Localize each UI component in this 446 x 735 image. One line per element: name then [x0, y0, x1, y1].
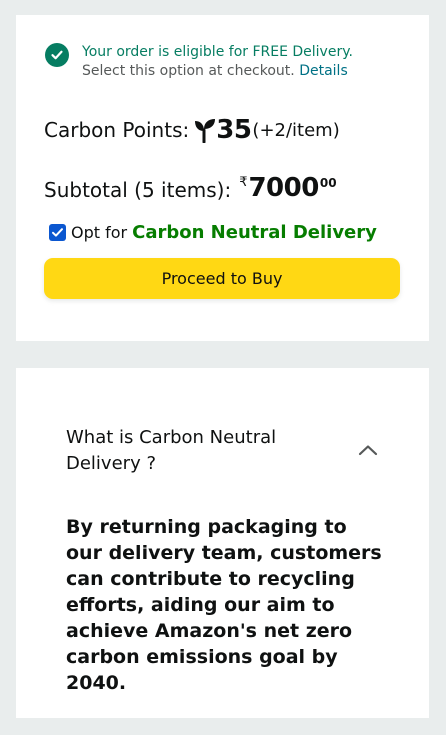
free-delivery-subtext: Select this option at checkout.: [82, 63, 295, 79]
order-summary-card: Your order is eligible for FREE Delivery…: [16, 15, 429, 341]
subtotal-label: Subtotal (5 items):: [44, 178, 232, 202]
free-delivery-notice: Your order is eligible for FREE Delivery…: [45, 43, 353, 81]
carbon-points-value: 35: [216, 115, 252, 145]
subtotal-fraction: 00: [319, 176, 337, 190]
faq-card: What is Carbon Neutral Delivery ? By ret…: [16, 368, 429, 718]
proceed-to-buy-button[interactable]: Proceed to Buy: [44, 258, 400, 299]
carbon-points-per-item: (+2/item): [252, 119, 340, 141]
carbon-neutral-optin: Opt for Carbon Neutral Delivery: [49, 222, 377, 243]
check-circle-icon: [45, 43, 69, 67]
carbon-neutral-checkbox[interactable]: [49, 224, 66, 241]
carbon-neutral-delivery-link[interactable]: Carbon Neutral Delivery: [132, 222, 377, 243]
subtotal-amount: 7000: [248, 173, 319, 203]
subtotal-row: Subtotal (5 items): ₹ 7000 00: [44, 173, 337, 203]
free-delivery-headline: Your order is eligible for FREE Delivery…: [82, 44, 353, 60]
carbon-points-label: Carbon Points:: [44, 118, 190, 142]
optin-prefix-label: Opt for: [71, 223, 128, 242]
faq-question: What is Carbon Neutral Delivery ?: [66, 427, 277, 474]
details-link[interactable]: Details: [299, 63, 348, 79]
chevron-up-icon[interactable]: [357, 442, 379, 461]
faq-toggle[interactable]: What is Carbon Neutral Delivery ?: [66, 425, 379, 477]
currency-symbol: ₹: [239, 175, 248, 190]
sprout-icon: [195, 117, 216, 144]
carbon-points-row: Carbon Points: 35 (+2/item): [44, 115, 340, 145]
faq-answer: By returning packaging to our delivery t…: [66, 516, 382, 694]
